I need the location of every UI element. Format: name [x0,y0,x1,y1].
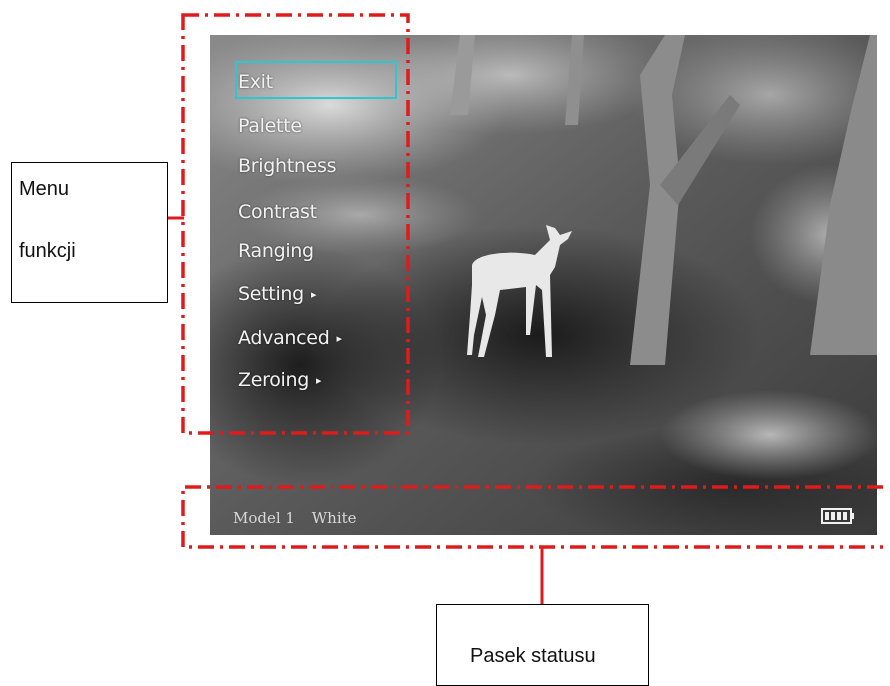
status-region-frame [181,485,883,549]
status-callout-box: Pasek statusu [436,604,649,686]
status-callout-text: Pasek statusu [470,645,596,667]
menu-region-frame [181,13,410,435]
menu-callout-line2: funkcji [19,240,76,262]
menu-callout-line1: Menu [19,178,70,200]
annotation-overlay [168,13,883,606]
menu-callout-box: Menu funkcji [11,162,168,303]
